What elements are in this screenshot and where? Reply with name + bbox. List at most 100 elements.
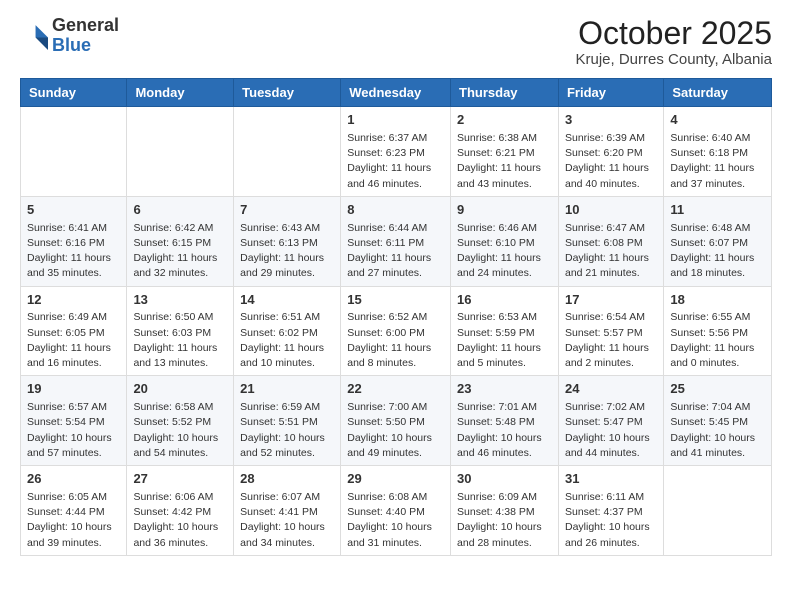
day-info: Sunrise: 6:39 AMSunset: 6:20 PMDaylight:… (565, 132, 649, 190)
day-number: 20 (133, 380, 227, 399)
day-number: 29 (347, 470, 444, 489)
day-number: 31 (565, 470, 657, 489)
day-number: 30 (457, 470, 552, 489)
day-number: 25 (670, 380, 765, 399)
calendar-week-row: 19 Sunrise: 6:57 AMSunset: 5:54 PMDayligh… (21, 376, 772, 466)
calendar-cell (127, 107, 234, 197)
calendar-cell: 26 Sunrise: 6:05 AMSunset: 4:44 PMDayligh… (21, 466, 127, 556)
day-number: 18 (670, 291, 765, 310)
calendar-cell: 27 Sunrise: 6:06 AMSunset: 4:42 PMDayligh… (127, 466, 234, 556)
calendar-cell: 22Sunrise: 7:00 AMSunset: 5:50 PMDayligh… (341, 376, 451, 466)
calendar-cell: 20 Sunrise: 6:58 AMSunset: 5:52 PMDayligh… (127, 376, 234, 466)
day-info: Sunrise: 6:53 AMSunset: 5:59 PMDaylight:… (457, 311, 541, 369)
day-info: Sunrise: 7:01 AMSunset: 5:48 PMDaylight:… (457, 401, 542, 459)
day-info: Sunrise: 6:42 AMSunset: 6:15 PMDaylight:… (133, 222, 217, 280)
day-info: Sunrise: 6:46 AMSunset: 6:10 PMDaylight:… (457, 222, 541, 280)
day-info: Sunrise: 6:08 AMSunset: 4:40 PMDaylight:… (347, 491, 432, 549)
logo-text: General Blue (52, 16, 119, 56)
day-info: Sunrise: 6:40 AMSunset: 6:18 PMDaylight:… (670, 132, 754, 190)
calendar-cell: 31 Sunrise: 6:11 AMSunset: 4:37 PMDayligh… (558, 466, 663, 556)
day-number: 27 (133, 470, 227, 489)
day-number: 8 (347, 201, 444, 220)
day-info: Sunrise: 7:04 AMSunset: 5:45 PMDaylight:… (670, 401, 755, 459)
day-number: 14 (240, 291, 334, 310)
day-number: 11 (670, 201, 765, 220)
day-number: 23 (457, 380, 552, 399)
day-info: Sunrise: 6:06 AMSunset: 4:42 PMDaylight:… (133, 491, 218, 549)
day-number: 22 (347, 380, 444, 399)
calendar-week-row: 5Sunrise: 6:41 AMSunset: 6:16 PMDaylight… (21, 196, 772, 286)
calendar-cell: 10 Sunrise: 6:47 AMSunset: 6:08 PMDayligh… (558, 196, 663, 286)
calendar-header-row: SundayMondayTuesdayWednesdayThursdayFrid… (21, 79, 772, 107)
day-info: Sunrise: 6:51 AMSunset: 6:02 PMDaylight:… (240, 311, 324, 369)
logo-icon (20, 22, 48, 50)
day-info: Sunrise: 7:02 AMSunset: 5:47 PMDaylight:… (565, 401, 650, 459)
day-number: 19 (27, 380, 120, 399)
day-info: Sunrise: 6:54 AMSunset: 5:57 PMDaylight:… (565, 311, 649, 369)
calendar-cell: 24 Sunrise: 7:02 AMSunset: 5:47 PMDayligh… (558, 376, 663, 466)
calendar-cell: 25 Sunrise: 7:04 AMSunset: 5:45 PMDayligh… (664, 376, 772, 466)
day-number: 17 (565, 291, 657, 310)
day-info: Sunrise: 6:47 AMSunset: 6:08 PMDaylight:… (565, 222, 649, 280)
calendar-cell: 1Sunrise: 6:37 AMSunset: 6:23 PMDaylight… (341, 107, 451, 197)
logo: General Blue (20, 16, 119, 56)
day-info: Sunrise: 6:48 AMSunset: 6:07 PMDaylight:… (670, 222, 754, 280)
calendar-table: SundayMondayTuesdayWednesdayThursdayFrid… (20, 78, 772, 556)
calendar-header-friday: Friday (558, 79, 663, 107)
day-number: 2 (457, 111, 552, 130)
calendar-header-saturday: Saturday (664, 79, 772, 107)
calendar-cell: 11 Sunrise: 6:48 AMSunset: 6:07 PMDayligh… (664, 196, 772, 286)
header: General Blue October 2025 Kruje, Durres … (20, 16, 772, 68)
day-info: Sunrise: 6:57 AMSunset: 5:54 PMDaylight:… (27, 401, 112, 459)
calendar-cell: 14Sunrise: 6:51 AMSunset: 6:02 PMDayligh… (234, 286, 341, 376)
calendar-cell (21, 107, 127, 197)
calendar-cell: 12Sunrise: 6:49 AMSunset: 6:05 PMDayligh… (21, 286, 127, 376)
calendar-cell: 29 Sunrise: 6:08 AMSunset: 4:40 PMDayligh… (341, 466, 451, 556)
calendar-cell: 30Sunrise: 6:09 AMSunset: 4:38 PMDayligh… (451, 466, 559, 556)
calendar-header-wednesday: Wednesday (341, 79, 451, 107)
day-number: 24 (565, 380, 657, 399)
logo-line1: General (52, 16, 119, 36)
day-number: 3 (565, 111, 657, 130)
day-info: Sunrise: 6:07 AMSunset: 4:41 PMDaylight:… (240, 491, 325, 549)
day-number: 9 (457, 201, 552, 220)
calendar-cell: 13Sunrise: 6:50 AMSunset: 6:03 PMDayligh… (127, 286, 234, 376)
day-number: 15 (347, 291, 444, 310)
calendar-header-tuesday: Tuesday (234, 79, 341, 107)
calendar-cell: 19 Sunrise: 6:57 AMSunset: 5:54 PMDayligh… (21, 376, 127, 466)
day-info: Sunrise: 6:50 AMSunset: 6:03 PMDaylight:… (133, 311, 217, 369)
day-number: 1 (347, 111, 444, 130)
calendar-week-row: 1Sunrise: 6:37 AMSunset: 6:23 PMDaylight… (21, 107, 772, 197)
day-number: 21 (240, 380, 334, 399)
day-number: 26 (27, 470, 120, 489)
calendar-header-monday: Monday (127, 79, 234, 107)
day-number: 12 (27, 291, 120, 310)
day-number: 28 (240, 470, 334, 489)
calendar-cell: 8Sunrise: 6:44 AMSunset: 6:11 PMDaylight… (341, 196, 451, 286)
day-info: Sunrise: 6:41 AMSunset: 6:16 PMDaylight:… (27, 222, 111, 280)
day-info: Sunrise: 6:58 AMSunset: 5:52 PMDaylight:… (133, 401, 218, 459)
day-info: Sunrise: 6:59 AMSunset: 5:51 PMDaylight:… (240, 401, 325, 459)
calendar-cell: 9 Sunrise: 6:46 AMSunset: 6:10 PMDaylight… (451, 196, 559, 286)
logo-line2: Blue (52, 36, 119, 56)
calendar-cell (234, 107, 341, 197)
calendar-cell: 6Sunrise: 6:42 AMSunset: 6:15 PMDaylight… (127, 196, 234, 286)
day-info: Sunrise: 6:49 AMSunset: 6:05 PMDaylight:… (27, 311, 111, 369)
calendar-cell: 4Sunrise: 6:40 AMSunset: 6:18 PMDaylight… (664, 107, 772, 197)
day-number: 13 (133, 291, 227, 310)
day-info: Sunrise: 6:11 AMSunset: 4:37 PMDaylight:… (565, 491, 650, 549)
calendar-week-row: 26 Sunrise: 6:05 AMSunset: 4:44 PMDayligh… (21, 466, 772, 556)
main-title: October 2025 (576, 16, 773, 51)
calendar-cell: 28 Sunrise: 6:07 AMSunset: 4:41 PMDayligh… (234, 466, 341, 556)
page: General Blue October 2025 Kruje, Durres … (0, 0, 792, 572)
day-info: Sunrise: 6:05 AMSunset: 4:44 PMDaylight:… (27, 491, 112, 549)
title-block: October 2025 Kruje, Durres County, Alban… (576, 16, 773, 68)
calendar-header-thursday: Thursday (451, 79, 559, 107)
calendar-cell: 2Sunrise: 6:38 AMSunset: 6:21 PMDaylight… (451, 107, 559, 197)
calendar-cell: 16Sunrise: 6:53 AMSunset: 5:59 PMDayligh… (451, 286, 559, 376)
calendar-cell (664, 466, 772, 556)
day-number: 10 (565, 201, 657, 220)
day-info: Sunrise: 6:55 AMSunset: 5:56 PMDaylight:… (670, 311, 754, 369)
day-number: 7 (240, 201, 334, 220)
calendar-header-sunday: Sunday (21, 79, 127, 107)
